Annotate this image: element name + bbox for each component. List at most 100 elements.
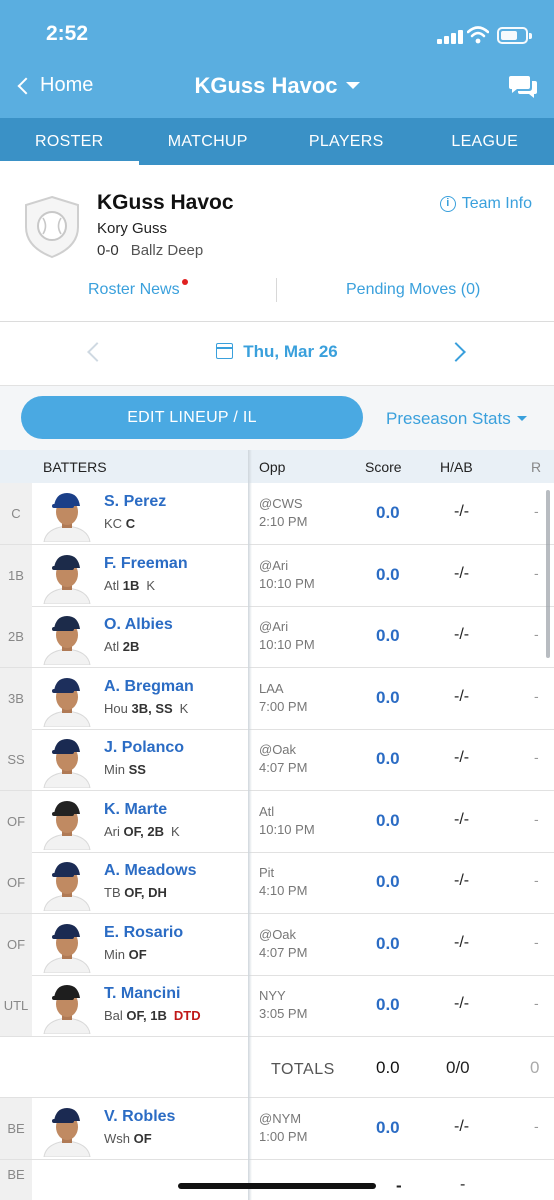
table-row[interactable]: 1B F. Freeman Atl 1B K @Ari 10:10 PM 0.0 -/- - — [0, 544, 554, 607]
player-positions: OF, DH — [124, 885, 167, 900]
player-team: Atl — [104, 577, 120, 593]
player-r: - — [534, 933, 539, 950]
player-name[interactable]: A. Bregman — [104, 678, 194, 696]
frozen-column-shadow — [248, 450, 252, 1200]
table-row[interactable]: 3B A. Bregman Hou 3B, SS K LAA 7:00 PM 0.0 -/- - — [0, 667, 554, 730]
player-team: TB — [104, 885, 121, 900]
table-row[interactable]: SS J. Polanco Min SS @Oak 4:07 PM 0.0 -/- - — [0, 729, 554, 791]
player-headshot — [38, 980, 96, 1035]
table-row[interactable]: UTL T. Mancini Bal OF, 1B DTD NYY 3:05 PM 0.0 -… — [0, 975, 554, 1037]
position-slot[interactable]: C — [0, 483, 32, 544]
player-positions: OF, 1B — [126, 1008, 167, 1023]
game-time: 1:00 PM — [259, 1129, 308, 1144]
player-meta: Wsh OF — [104, 1131, 152, 1146]
tab-players[interactable]: PLAYERS — [277, 118, 416, 165]
pending-moves-link[interactable]: Pending Moves (0) — [346, 281, 480, 299]
table-row[interactable]: BE V. Robles Wsh OF @NYM 1:00 PM 0.0 -/- - — [0, 1098, 554, 1160]
player-score[interactable]: 0.0 — [376, 749, 400, 769]
roster-news-link[interactable]: Roster News — [88, 279, 188, 299]
player-positions: OF — [133, 1131, 152, 1146]
player-score[interactable]: 0.0 — [376, 688, 400, 708]
player-meta: Ari OF, 2B K — [104, 824, 180, 839]
team-name: KGuss Havoc — [97, 191, 234, 214]
team-switcher[interactable]: KGuss Havoc — [0, 73, 554, 99]
player-r: - — [534, 810, 539, 827]
edit-lineup-button[interactable]: EDIT LINEUP / IL — [21, 396, 363, 439]
game-time: 4:07 PM — [259, 944, 308, 960]
player-score[interactable]: 0.0 — [376, 565, 400, 585]
player-name[interactable]: F. Freeman — [104, 555, 188, 573]
player-headshot — [38, 796, 96, 850]
opponent: @Oak 4:07 PM — [259, 741, 307, 777]
player-positions: C — [125, 516, 136, 531]
table-row[interactable]: C S. Perez KC C @CWS 2:10 PM 0.0 -/- - — [0, 483, 554, 545]
opponent-team: @NYM — [259, 1111, 302, 1126]
player-score[interactable]: 0.0 — [376, 1118, 400, 1138]
player-hab: -/- — [454, 626, 470, 643]
col-batters: BATTERS — [43, 459, 107, 475]
position-slot[interactable]: 1B — [0, 544, 32, 606]
player-score[interactable]: 0.0 — [376, 811, 400, 831]
player-meta: Hou 3B, SS K — [104, 701, 188, 716]
player-headshot — [38, 550, 96, 604]
table-row-empty[interactable]: BE--- — [0, 1160, 554, 1200]
player-name[interactable]: J. Polanco — [104, 739, 184, 757]
table-row[interactable]: OF K. Marte Ari OF, 2B K Atl 10:10 PM 0.0 -/- - — [0, 790, 554, 853]
player-hab: -/- — [454, 564, 470, 582]
position-slot[interactable]: OF — [0, 913, 32, 975]
player-headshot — [38, 857, 96, 912]
player-r: - — [534, 872, 539, 888]
player-score[interactable]: 0.0 — [376, 626, 400, 646]
player-name[interactable]: O. Albies — [104, 616, 173, 634]
player-hab: -/- — [454, 810, 470, 828]
player-name[interactable]: A. Meadows — [104, 862, 196, 880]
player-score[interactable]: 0.0 — [376, 995, 400, 1015]
table-row[interactable]: 2B O. Albies Atl 2B @Ari 10:10 PM 0.0 -/- - — [0, 606, 554, 668]
player-positions: 1B — [122, 577, 140, 593]
chat-icon[interactable] — [508, 74, 538, 100]
player-positions: 3B, SS — [131, 700, 173, 716]
position-slot[interactable]: BE — [0, 1160, 32, 1200]
player-score[interactable]: 0.0 — [376, 934, 400, 954]
home-indicator[interactable] — [178, 1183, 376, 1189]
player-positions: 2B — [122, 639, 140, 654]
player-score[interactable]: 0.0 — [376, 872, 400, 892]
position-slot[interactable]: BE — [0, 1098, 32, 1159]
table-row[interactable]: OF E. Rosario Min OF @Oak 4:07 PM 0.0 -/- - — [0, 913, 554, 976]
table-row[interactable]: OF A. Meadows TB OF, DH Pit 4:10 PM 0.0 -/- - — [0, 852, 554, 914]
player-name[interactable]: E. Rosario — [104, 924, 183, 942]
scrollbar[interactable] — [546, 490, 550, 658]
game-time: 10:10 PM — [259, 637, 315, 652]
position-slot[interactable]: SS — [0, 729, 32, 790]
player-team: Wsh — [104, 1131, 130, 1146]
position-slot[interactable]: 2B — [0, 606, 32, 667]
player-name[interactable]: S. Perez — [104, 493, 166, 511]
team-record: 0-0 Ballz Deep — [97, 242, 203, 259]
battery-icon — [497, 27, 532, 44]
team-info-link[interactable]: i Team Info — [439, 195, 532, 213]
team-links: Roster News Pending Moves (0) — [0, 277, 554, 303]
position-slot[interactable]: OF — [0, 790, 32, 852]
totals-label: TOTALS — [271, 1061, 335, 1078]
tab-matchup[interactable]: MATCHUP — [139, 118, 278, 165]
player-team: Hou — [104, 700, 128, 716]
opponent-team: NYY — [259, 988, 286, 1003]
player-score: - — [396, 1176, 402, 1195]
caret-down-icon — [345, 82, 360, 89]
position-slot[interactable]: UTL — [0, 975, 32, 1036]
game-time: 3:05 PM — [259, 1006, 308, 1021]
player-headshot — [38, 919, 96, 973]
record-value: 0-0 — [97, 242, 119, 259]
player-hab: -/- — [454, 749, 470, 766]
date-picker[interactable]: Thu, Mar 26 — [0, 342, 554, 362]
stats-selector[interactable]: Preseason Stats — [386, 409, 527, 429]
tab-league[interactable]: LEAGUE — [416, 118, 554, 165]
stats-selector-label: Preseason Stats — [386, 409, 511, 428]
player-score[interactable]: 0.0 — [376, 503, 400, 523]
player-name[interactable]: K. Marte — [104, 801, 167, 819]
tab-roster[interactable]: ROSTER — [0, 118, 139, 165]
player-name[interactable]: V. Robles — [104, 1108, 175, 1126]
position-slot[interactable]: OF — [0, 852, 32, 913]
position-slot[interactable]: 3B — [0, 667, 32, 729]
player-name[interactable]: T. Mancini — [104, 985, 180, 1003]
